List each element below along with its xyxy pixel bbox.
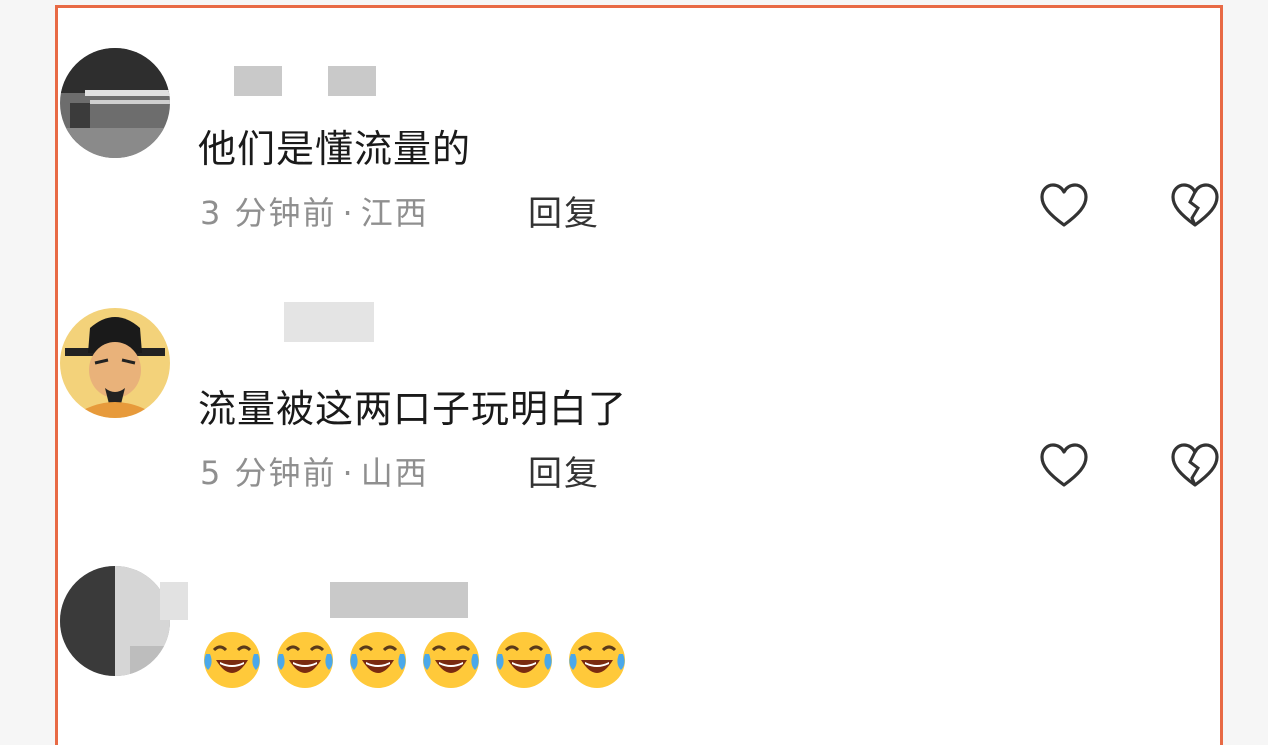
heart-outline-icon[interactable] bbox=[1039, 442, 1089, 490]
comment-text: 流量被这两口子玩明白了 bbox=[198, 387, 628, 431]
avatar[interactable] bbox=[60, 48, 170, 158]
emoji-row bbox=[200, 628, 629, 692]
comment-location: 山西 bbox=[360, 454, 429, 492]
comment-time: 5 分钟前 bbox=[200, 454, 337, 492]
blurred-username bbox=[330, 582, 468, 618]
separator-dot: · bbox=[342, 194, 355, 232]
blurred-username bbox=[284, 302, 374, 342]
laughing-crying-emoji bbox=[346, 628, 410, 692]
blurred-username bbox=[234, 66, 282, 96]
comment-time: 3 分钟前 bbox=[200, 194, 337, 232]
laughing-crying-emoji bbox=[200, 628, 264, 692]
avatar[interactable] bbox=[60, 566, 170, 676]
reply-button[interactable]: 回复 bbox=[528, 186, 600, 235]
broken-heart-icon[interactable] bbox=[1170, 182, 1220, 230]
laughing-crying-emoji bbox=[419, 628, 483, 692]
laughing-crying-emoji bbox=[565, 628, 629, 692]
separator-dot: · bbox=[342, 454, 355, 492]
comment-meta: 5 分钟前 · 山西 bbox=[200, 448, 429, 494]
broken-heart-icon[interactable] bbox=[1170, 442, 1220, 490]
blurred-username bbox=[160, 582, 188, 620]
laughing-crying-emoji bbox=[492, 628, 556, 692]
heart-outline-icon[interactable] bbox=[1039, 182, 1089, 230]
laughing-crying-emoji bbox=[273, 628, 337, 692]
comment-meta: 3 分钟前 · 江西 bbox=[200, 188, 429, 234]
reply-button[interactable]: 回复 bbox=[528, 446, 600, 495]
comment-text: 他们是懂流量的 bbox=[198, 127, 472, 171]
blurred-username bbox=[328, 66, 376, 96]
avatar[interactable] bbox=[60, 308, 170, 418]
comment-location: 江西 bbox=[360, 194, 429, 232]
